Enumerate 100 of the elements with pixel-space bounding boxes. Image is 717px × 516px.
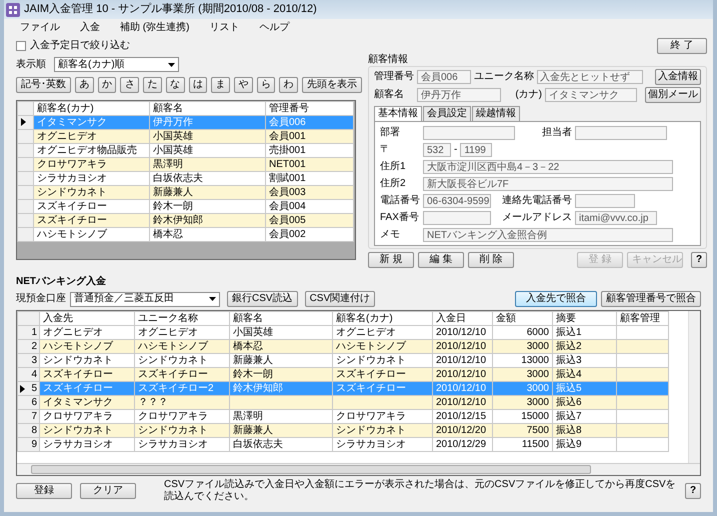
table-cell[interactable]: 3000 <box>492 340 552 354</box>
table-cell[interactable]: シンドウカネト <box>332 424 432 438</box>
index-button[interactable]: さ <box>120 77 140 93</box>
table-cell[interactable]: シラサカヨシオ <box>40 438 134 452</box>
table-cell[interactable]: スズキイチロー <box>332 368 432 382</box>
input-field[interactable]: 1199 <box>460 143 492 157</box>
table-cell[interactable]: 振込9 <box>552 438 616 452</box>
footer-button[interactable]: クリア <box>80 483 136 499</box>
input-field[interactable] <box>575 126 667 140</box>
index-button[interactable]: あ <box>75 77 94 93</box>
input-field[interactable] <box>575 194 635 208</box>
tab[interactable]: 会員設定 <box>423 106 471 121</box>
table-cell[interactable]: クロサワアキラ <box>34 158 150 172</box>
side-button[interactable]: 個別メール <box>645 86 701 102</box>
form-button[interactable]: 新 規 <box>368 252 414 268</box>
table-cell[interactable]: 振込2 <box>552 340 616 354</box>
table-cell[interactable]: オグニヒデオ <box>34 130 150 144</box>
horizontal-scrollbar[interactable] <box>17 463 700 475</box>
table-cell[interactable]: イタミマンサク <box>40 396 134 410</box>
input-field[interactable]: 伊丹万作 <box>417 88 501 102</box>
footer-button[interactable]: 登録 <box>16 483 72 499</box>
table-cell[interactable]: 小国英雄 <box>150 130 266 144</box>
table-cell[interactable]: 2010/12/20 <box>432 424 492 438</box>
field-label: 〒 <box>380 144 391 156</box>
index-button[interactable]: ま <box>211 77 230 93</box>
input-field[interactable]: NETバンキング入金照合例 <box>423 228 673 242</box>
match-button[interactable]: 入金先で照合 <box>515 291 597 307</box>
column-header: 管理番号 <box>266 102 354 116</box>
input-field[interactable]: 06-6304-9599 <box>423 194 491 208</box>
input-field[interactable]: 532 <box>423 143 451 157</box>
tab[interactable]: 基本情報 <box>374 106 422 121</box>
index-button[interactable]: は <box>188 77 208 93</box>
help-button[interactable]: ? <box>691 252 707 268</box>
table-cell[interactable]: ハシモトシノブ <box>34 228 150 242</box>
index-button[interactable]: 記号･英数 <box>16 77 71 93</box>
input-field[interactable]: 会員006 <box>417 70 471 84</box>
table-cell[interactable]: 橋本忍 <box>150 228 266 242</box>
sort-dropdown[interactable]: 顧客名(カナ)順 <box>54 57 179 72</box>
table-cell[interactable]: 黒澤明 <box>150 158 266 172</box>
input-field[interactable]: itami@vvv.co.jp <box>575 211 657 225</box>
table-cell[interactable]: 会員001 <box>266 130 354 144</box>
table-cell[interactable]: 3000 <box>492 396 552 410</box>
form-button[interactable]: 編 集 <box>418 252 464 268</box>
menu-item[interactable]: ヘルプ <box>249 22 300 34</box>
table-cell[interactable]: 7500 <box>492 424 552 438</box>
input-field[interactable] <box>423 126 515 140</box>
index-button[interactable]: た <box>143 77 162 93</box>
table-cell[interactable]: ハシモトシノブ <box>40 340 134 354</box>
vertical-scrollbar[interactable] <box>688 311 700 463</box>
table-cell[interactable]: シラサカヨシオ <box>332 438 432 452</box>
input-field[interactable] <box>423 211 491 225</box>
index-button[interactable]: ら <box>256 77 276 93</box>
table-cell[interactable]: 会員003 <box>266 186 354 200</box>
menu-item[interactable]: リスト <box>199 22 250 34</box>
table-cell[interactable]: 2010/12/10 <box>432 340 492 354</box>
table-cell[interactable]: 白坂依志夫 <box>230 438 332 452</box>
table-cell[interactable]: 振込6 <box>552 396 616 410</box>
account-dropdown[interactable]: 普通預金／三菱五反田 <box>70 292 220 306</box>
index-button[interactable]: か <box>98 77 116 93</box>
table-cell[interactable]: シンドウカネト <box>40 424 134 438</box>
help-button[interactable]: ? <box>685 483 701 499</box>
csv-button[interactable]: 銀行CSV読込 <box>227 291 298 307</box>
table-cell[interactable]: ハシモトシノブ <box>134 340 230 354</box>
exit-button[interactable]: 終 了 <box>657 38 707 54</box>
index-button[interactable]: な <box>166 77 185 93</box>
table-cell[interactable]: 3000 <box>492 368 552 382</box>
table-cell[interactable]: シラサカヨシオ <box>134 438 230 452</box>
table-cell[interactable]: スズキイチロー <box>134 368 230 382</box>
table-cell[interactable]: 会員002 <box>266 228 354 242</box>
form-button[interactable]: 削 除 <box>468 252 514 268</box>
table-cell[interactable]: 振込8 <box>552 424 616 438</box>
table-cell[interactable]: 橋本忍 <box>230 340 332 354</box>
input-field[interactable]: イタミマンサク <box>545 88 637 102</box>
table-cell[interactable]: 会員005 <box>266 214 354 228</box>
table-cell[interactable]: 振込4 <box>552 368 616 382</box>
csv-button[interactable]: CSV関連付け <box>304 291 376 307</box>
table-cell[interactable]: シンドウカネト <box>134 424 230 438</box>
menu-item[interactable]: ファイル <box>10 22 70 34</box>
input-field[interactable]: 大阪市淀川区西中島4－3－22 <box>423 160 673 174</box>
tab[interactable]: 繰越情報 <box>472 106 520 121</box>
side-button[interactable]: 入金情報 <box>655 68 701 84</box>
table-cell[interactable]: ハシモトシノブ <box>332 340 432 354</box>
table-cell[interactable]: ？？？ <box>134 396 230 410</box>
match-button[interactable]: 顧客管理番号で照合 <box>601 291 701 307</box>
menu-item[interactable]: 入金 <box>70 22 110 34</box>
show-top-button[interactable]: 先頭を表示 <box>302 77 362 93</box>
table-cell[interactable]: スズキイチロー <box>40 368 134 382</box>
table-cell[interactable]: シンドウカネト <box>34 186 150 200</box>
index-button[interactable]: わ <box>279 77 298 93</box>
table-cell[interactable]: 2010/12/10 <box>432 368 492 382</box>
index-button[interactable]: や <box>234 77 253 93</box>
input-field[interactable]: 新大阪長谷ビル7F <box>423 177 673 191</box>
table-cell[interactable]: 2010/12/10 <box>432 396 492 410</box>
menu-item[interactable]: 補助 (弥生連携) <box>110 22 200 34</box>
table-cell[interactable]: スズキイチロー <box>34 214 150 228</box>
input-field[interactable]: 入金先とヒットせず <box>537 70 643 84</box>
checkbox[interactable] <box>16 41 26 51</box>
table-cell[interactable]: NET001 <box>266 158 354 172</box>
table-cell[interactable]: 2010/12/29 <box>432 438 492 452</box>
table-cell[interactable]: 11500 <box>492 438 552 452</box>
